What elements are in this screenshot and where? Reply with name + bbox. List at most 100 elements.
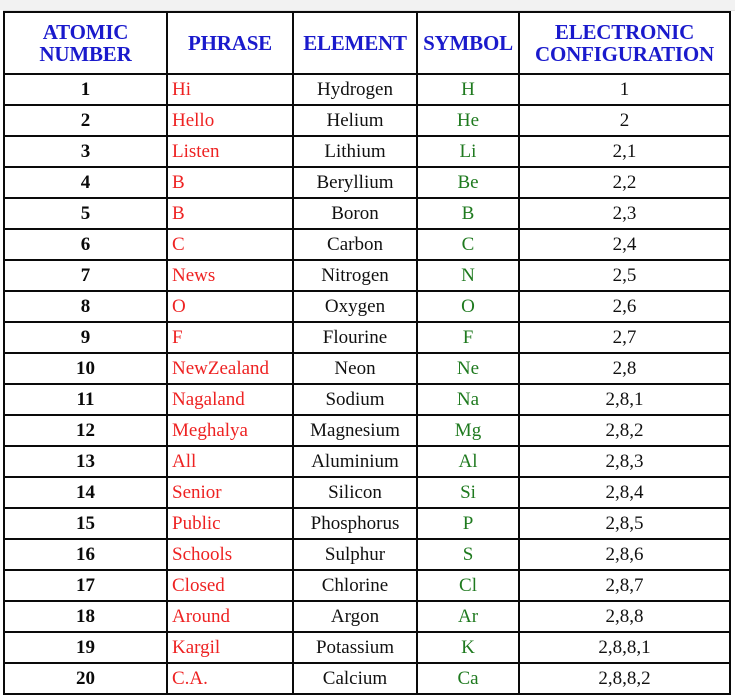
cell-phrase: Schools — [166, 538, 294, 571]
cell-electronic-configuration: 2,6 — [518, 290, 731, 323]
cell-symbol: Al — [416, 445, 520, 478]
cell-symbol: H — [416, 73, 520, 106]
cell-phrase: O — [166, 290, 294, 323]
cell-atomic-number: 20 — [3, 662, 168, 695]
cell-phrase: Public — [166, 507, 294, 540]
cell-symbol: C — [416, 228, 520, 261]
header-line-1: ELECTRONIC — [554, 19, 695, 44]
cell-symbol: K — [416, 631, 520, 664]
table-row: 18 Around Argon Ar 2,8,8 — [3, 600, 731, 633]
cell-phrase: Meghalya — [166, 414, 294, 447]
header-row: ATOMIC NUMBER PHRASE ELEMENT SYMBOL ELEC… — [3, 11, 731, 75]
cell-phrase: B — [166, 166, 294, 199]
cell-phrase: Hi — [166, 73, 294, 106]
cell-electronic-configuration: 2,8,8,1 — [518, 631, 731, 664]
cell-element: Carbon — [292, 228, 418, 261]
cell-electronic-configuration: 2,8,8 — [518, 600, 731, 633]
cell-electronic-configuration: 1 — [518, 73, 731, 106]
cell-electronic-configuration: 2,1 — [518, 135, 731, 168]
cell-symbol: F — [416, 321, 520, 354]
table-row: 2 Hello Helium He 2 — [3, 104, 731, 137]
cell-atomic-number: 7 — [3, 259, 168, 292]
cell-atomic-number: 5 — [3, 197, 168, 230]
table-row: 11 Nagaland Sodium Na 2,8,1 — [3, 383, 731, 416]
cell-atomic-number: 15 — [3, 507, 168, 540]
cell-element: Chlorine — [292, 569, 418, 602]
cell-symbol: Ne — [416, 352, 520, 385]
cell-symbol: O — [416, 290, 520, 323]
cell-phrase: Kargil — [166, 631, 294, 664]
cell-element: Nitrogen — [292, 259, 418, 292]
cell-symbol: Ca — [416, 662, 520, 695]
cell-atomic-number: 16 — [3, 538, 168, 571]
cell-element: Neon — [292, 352, 418, 385]
cell-symbol: P — [416, 507, 520, 540]
cell-electronic-configuration: 2,8,3 — [518, 445, 731, 478]
column-header-electronic-configuration: ELECTRONIC CONFIGURATION — [518, 11, 731, 75]
cell-phrase: Closed — [166, 569, 294, 602]
cell-electronic-configuration: 2,8,2 — [518, 414, 731, 447]
cell-atomic-number: 6 — [3, 228, 168, 261]
cell-electronic-configuration: 2,8,5 — [518, 507, 731, 540]
table-row: 1 Hi Hydrogen H 1 — [3, 73, 731, 106]
cell-element: Phosphorus — [292, 507, 418, 540]
cell-atomic-number: 10 — [3, 352, 168, 385]
periodic-mnemonic-table-container: ATOMIC NUMBER PHRASE ELEMENT SYMBOL ELEC… — [3, 11, 731, 695]
cell-electronic-configuration: 2,8,4 — [518, 476, 731, 509]
table-row: 17 Closed Chlorine Cl 2,8,7 — [3, 569, 731, 602]
cell-electronic-configuration: 2 — [518, 104, 731, 137]
table-row: 4 B Beryllium Be 2,2 — [3, 166, 731, 199]
cell-phrase: NewZealand — [166, 352, 294, 385]
cell-atomic-number: 12 — [3, 414, 168, 447]
cell-element: Calcium — [292, 662, 418, 695]
column-header-symbol: SYMBOL — [416, 11, 520, 75]
table-row: 14 Senior Silicon Si 2,8,4 — [3, 476, 731, 509]
cell-phrase: B — [166, 197, 294, 230]
cell-phrase: F — [166, 321, 294, 354]
cell-atomic-number: 4 — [3, 166, 168, 199]
column-header-atomic-number: ATOMIC NUMBER — [3, 11, 168, 75]
periodic-mnemonic-table: ATOMIC NUMBER PHRASE ELEMENT SYMBOL ELEC… — [3, 11, 731, 695]
cell-element: Hydrogen — [292, 73, 418, 106]
cell-symbol: Be — [416, 166, 520, 199]
cell-atomic-number: 14 — [3, 476, 168, 509]
table-row: 6 C Carbon C 2,4 — [3, 228, 731, 261]
table-row: 12 Meghalya Magnesium Mg 2,8,2 — [3, 414, 731, 447]
cell-symbol: Mg — [416, 414, 520, 447]
table-body: 1 Hi Hydrogen H 1 2 Hello Helium He 2 3 Listen Lithi… — [3, 73, 731, 695]
cell-symbol: B — [416, 197, 520, 230]
page-root: ATOMIC NUMBER PHRASE ELEMENT SYMBOL ELEC… — [0, 0, 735, 697]
table-row: 19 Kargil Potassium K 2,8,8,1 — [3, 631, 731, 664]
cell-atomic-number: 13 — [3, 445, 168, 478]
cell-phrase: Hello — [166, 104, 294, 137]
cell-atomic-number: 3 — [3, 135, 168, 168]
header-line-2: CONFIGURATION — [534, 42, 715, 66]
cell-element: Magnesium — [292, 414, 418, 447]
cell-atomic-number: 19 — [3, 631, 168, 664]
cell-atomic-number: 2 — [3, 104, 168, 137]
cell-symbol: S — [416, 538, 520, 571]
cell-phrase: Nagaland — [166, 383, 294, 416]
cell-phrase: C.A. — [166, 662, 294, 695]
cell-element: Aluminium — [292, 445, 418, 478]
table-row: 3 Listen Lithium Li 2,1 — [3, 135, 731, 168]
cell-phrase: C — [166, 228, 294, 261]
cell-element: Boron — [292, 197, 418, 230]
cell-symbol: Ar — [416, 600, 520, 633]
table-row: 5 B Boron B 2,3 — [3, 197, 731, 230]
column-header-phrase: PHRASE — [166, 11, 294, 75]
cell-symbol: N — [416, 259, 520, 292]
table-row: 8 O Oxygen O 2,6 — [3, 290, 731, 323]
cell-symbol: Li — [416, 135, 520, 168]
cell-element: Oxygen — [292, 290, 418, 323]
cell-symbol: Na — [416, 383, 520, 416]
cell-phrase: Listen — [166, 135, 294, 168]
cell-element: Argon — [292, 600, 418, 633]
cell-atomic-number: 9 — [3, 321, 168, 354]
cell-symbol: Si — [416, 476, 520, 509]
cell-element: Sodium — [292, 383, 418, 416]
cell-phrase: Senior — [166, 476, 294, 509]
table-header: ATOMIC NUMBER PHRASE ELEMENT SYMBOL ELEC… — [3, 11, 731, 75]
cell-element: Potassium — [292, 631, 418, 664]
table-row: 10 NewZealand Neon Ne 2,8 — [3, 352, 731, 385]
